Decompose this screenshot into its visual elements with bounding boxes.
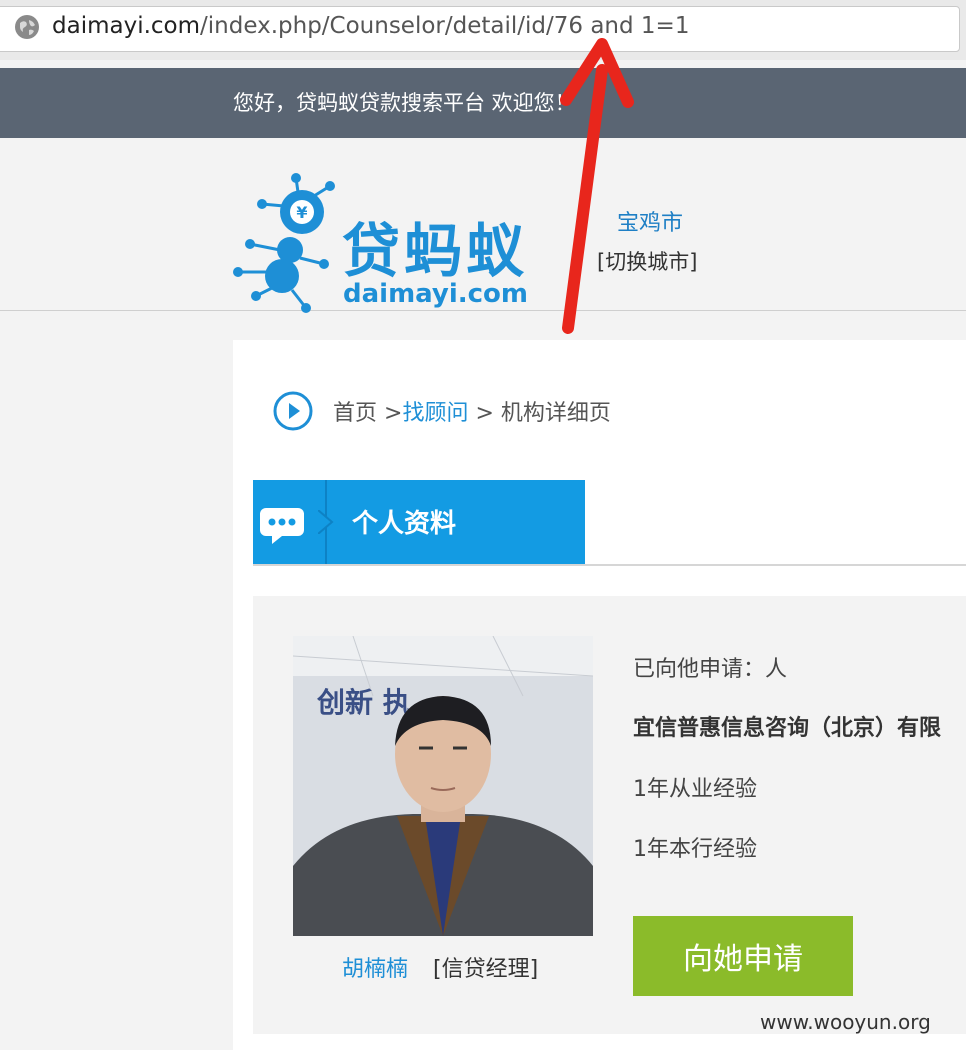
welcome-text: 您好，贷蚂蚁贷款搜索平台 欢迎您！ [233, 91, 576, 115]
breadcrumb-separator: > [468, 401, 501, 426]
svg-text:¥: ¥ [296, 203, 307, 222]
ant-logo-icon[interactable]: ¥ [226, 160, 356, 320]
counselor-name-link[interactable]: 胡楠楠 [342, 951, 408, 983]
breadcrumb: 首页 >找顾问 > 机构详细页 [333, 395, 611, 427]
url-domain: daimayi.com [52, 13, 201, 39]
watermark: www.wooyun.org [760, 1010, 931, 1034]
red-arrow-annotation [560, 38, 634, 334]
applied-count: 已向他申请：人 [633, 657, 788, 682]
logo-english[interactable]: daimayi.com [343, 279, 528, 309]
breadcrumb-current: 机构详细页 [500, 401, 611, 426]
play-circle-icon [273, 391, 313, 431]
bank-experience: 1年本行经验 [633, 837, 757, 862]
chat-bubble-icon [260, 508, 304, 544]
profile-photo: 创新 执 [293, 636, 593, 936]
company-name: 宜信普惠信息咨询（北京）有限 [633, 716, 942, 741]
logo-chinese[interactable]: 贷蚂蚁 [342, 204, 528, 288]
counselor-role: [信贷经理] [433, 957, 539, 982]
breadcrumb-separator: > [377, 401, 403, 426]
globe-icon [15, 15, 39, 39]
section-title: 个人资料 [352, 509, 457, 539]
apply-button[interactable]: 向她申请 [633, 916, 853, 996]
breadcrumb-counselor-link[interactable]: 找顾问 [402, 401, 468, 426]
photo-banner-text: 创新 执 [316, 686, 411, 719]
chevron-right-icon [318, 510, 334, 534]
breadcrumb-home[interactable]: 首页 [333, 401, 377, 426]
industry-experience: 1年从业经验 [633, 777, 757, 802]
divider [253, 564, 966, 566]
